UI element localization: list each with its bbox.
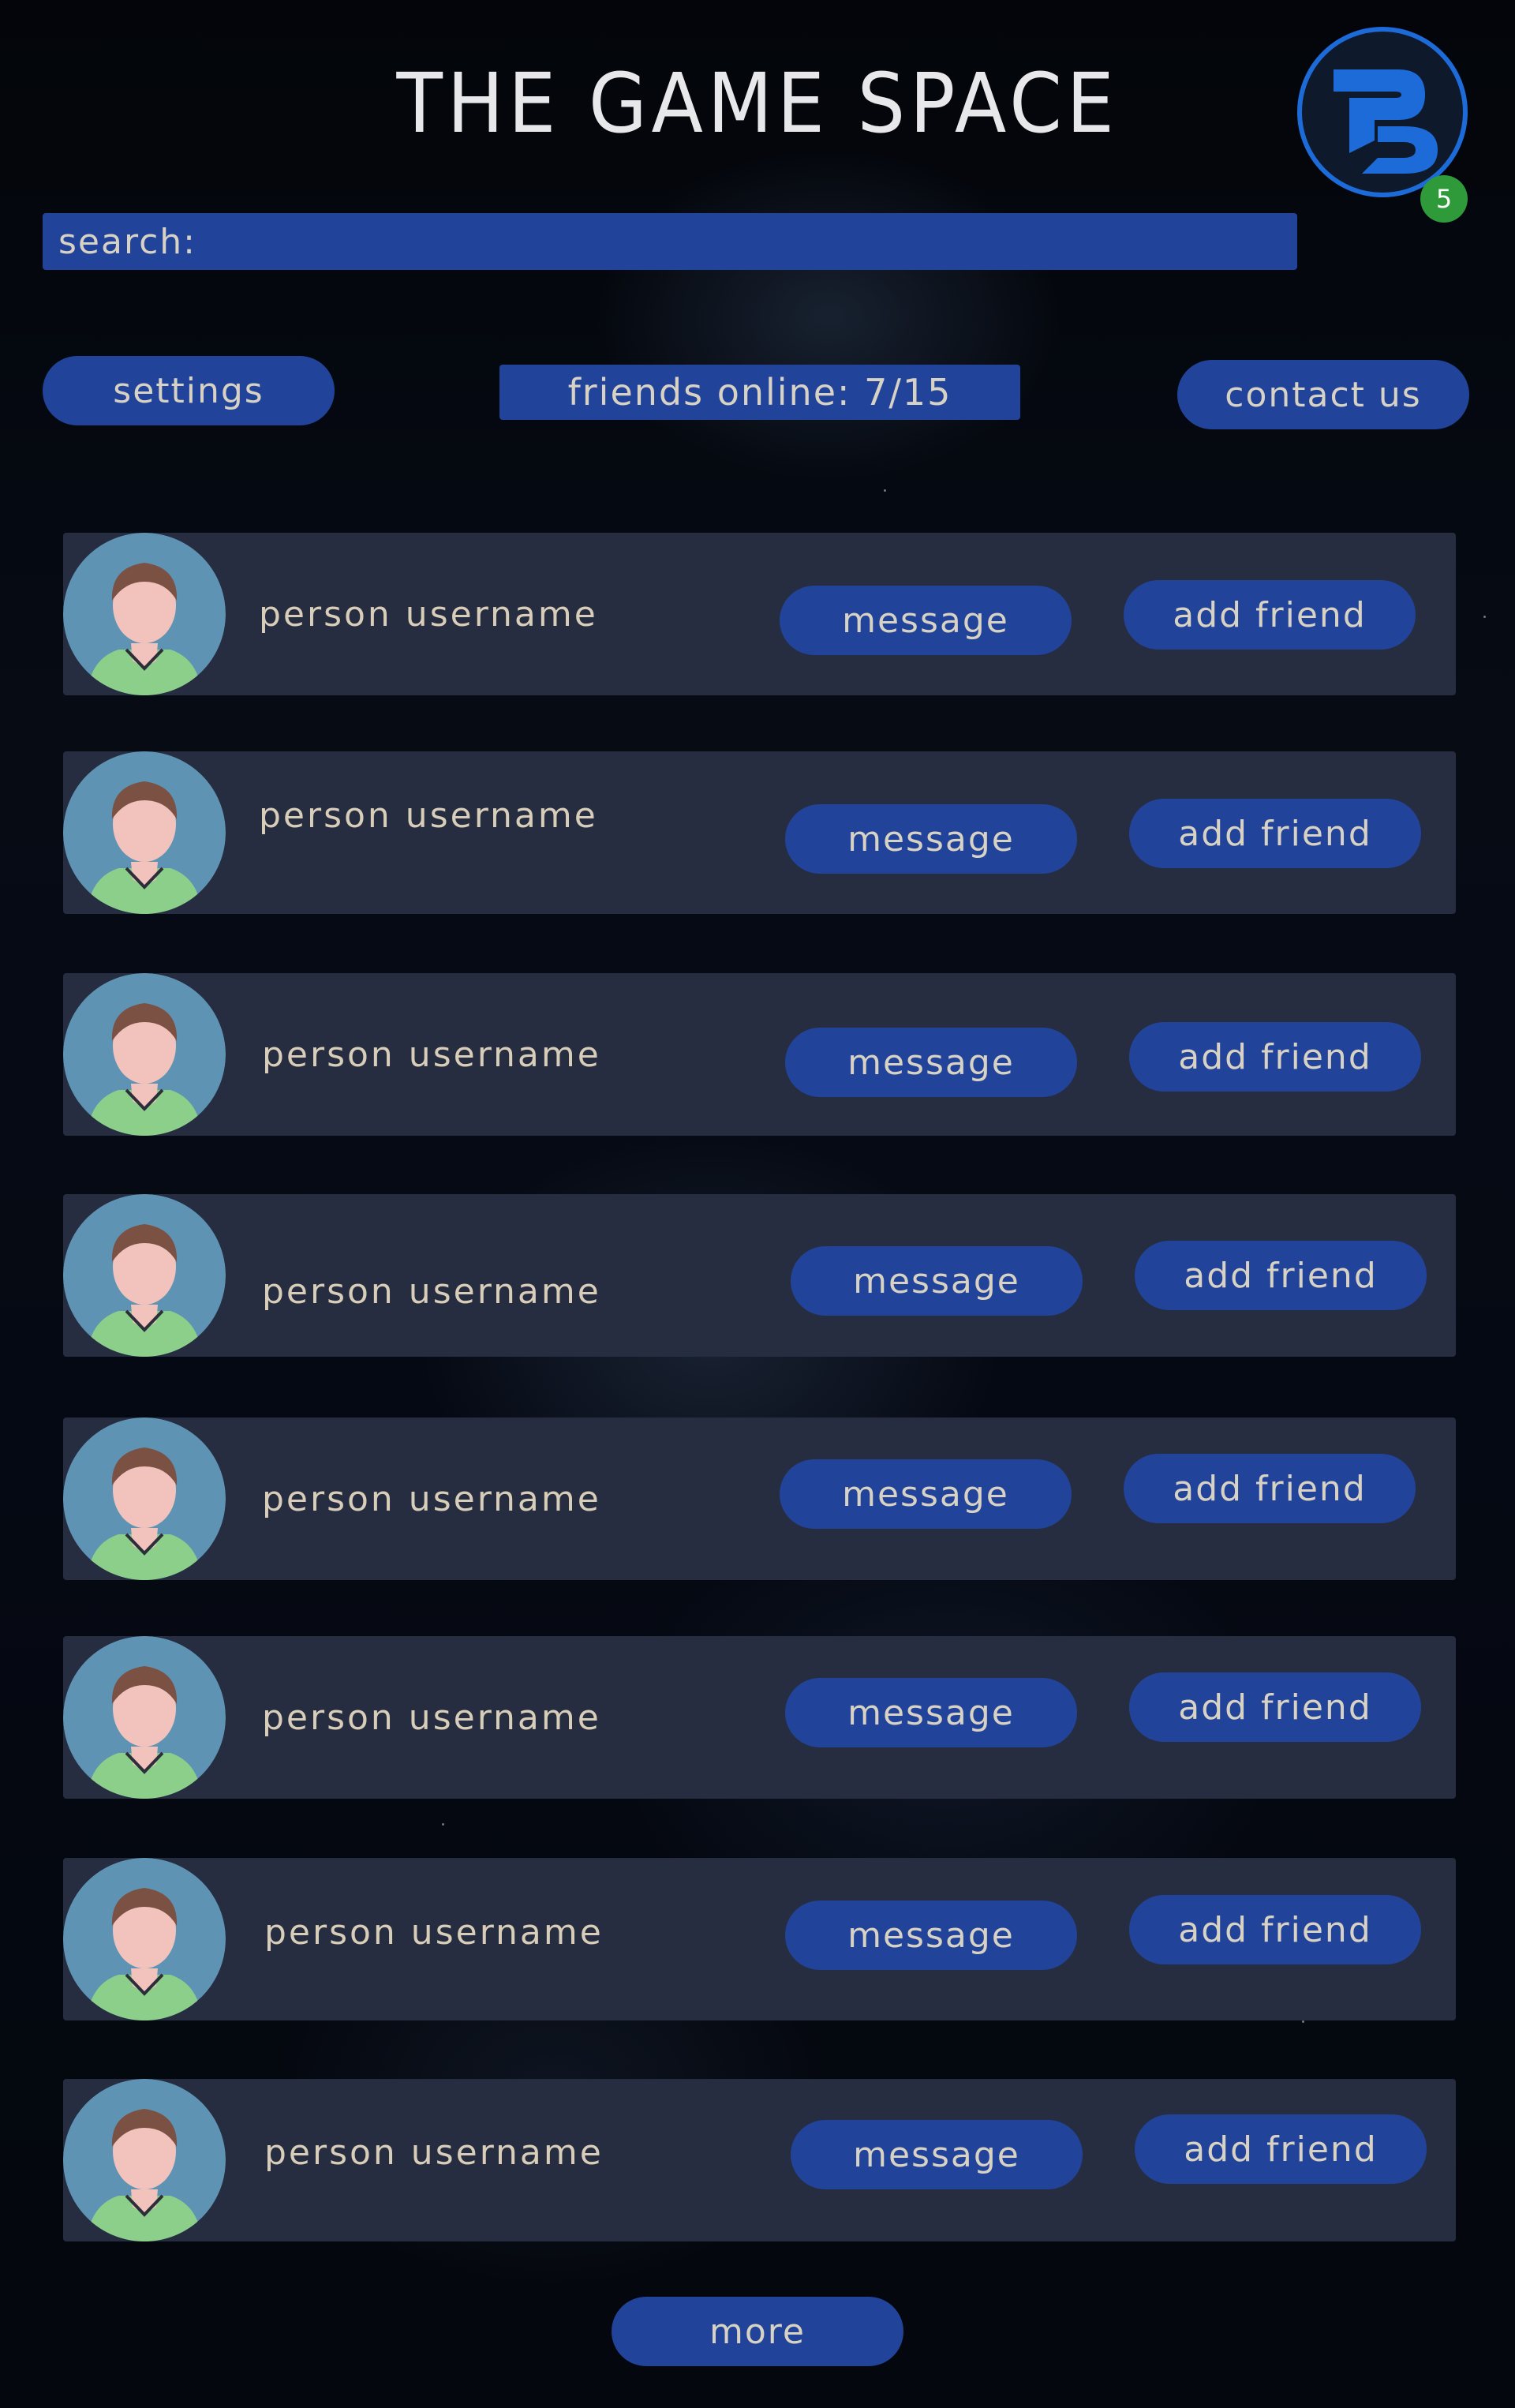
avatar-icon (63, 973, 226, 1136)
avatar-icon (63, 751, 226, 914)
avatar-icon (63, 1417, 226, 1580)
add-friend-button[interactable]: add friend (1129, 799, 1421, 868)
search-input[interactable] (196, 212, 1297, 271)
person-card: person username message add friend (63, 1417, 1456, 1580)
add-friend-button[interactable]: add friend (1129, 1672, 1421, 1742)
person-username: person username (264, 2132, 604, 2173)
person-card: person username message add friend (63, 2079, 1456, 2241)
person-card: person username message add friend (63, 751, 1456, 914)
person-card: person username message add friend (63, 1636, 1456, 1799)
search-bar[interactable]: search: (43, 212, 1297, 271)
search-label: search: (58, 221, 196, 262)
avatar-icon (63, 533, 226, 695)
person-username: person username (262, 1478, 601, 1519)
avatar-icon (63, 1194, 226, 1357)
pd-logo-graphic (1334, 69, 1438, 174)
notification-badge[interactable]: 5 (1420, 175, 1468, 223)
message-button[interactable]: message (791, 1246, 1083, 1316)
message-button[interactable]: message (785, 1678, 1077, 1747)
person-card: person username message add friend (63, 973, 1456, 1136)
person-username: person username (259, 795, 598, 836)
message-button[interactable]: message (780, 1459, 1072, 1529)
more-button[interactable]: more (612, 2297, 903, 2366)
person-username: person username (259, 594, 598, 635)
add-friend-button[interactable]: add friend (1129, 1022, 1421, 1092)
avatar-icon (63, 2079, 226, 2241)
person-card: person username message add friend (63, 533, 1456, 695)
contact-us-button[interactable]: contact us (1177, 360, 1469, 429)
settings-button[interactable]: settings (43, 356, 335, 425)
person-username: person username (262, 1697, 601, 1738)
page-title: THE GAME SPACE (396, 55, 1119, 152)
add-friend-button[interactable]: add friend (1124, 1454, 1416, 1523)
add-friend-button[interactable]: add friend (1129, 1895, 1421, 1964)
add-friend-button[interactable]: add friend (1135, 2114, 1427, 2184)
person-username: person username (262, 1271, 601, 1312)
avatar-icon (63, 1636, 226, 1799)
message-button[interactable]: message (785, 804, 1077, 874)
message-button[interactable]: message (785, 1028, 1077, 1097)
add-friend-button[interactable]: add friend (1124, 580, 1416, 650)
person-card: person username message add friend (63, 1858, 1456, 2020)
message-button[interactable]: message (791, 2120, 1083, 2189)
person-username: person username (264, 1912, 604, 1953)
person-username: person username (262, 1034, 601, 1075)
add-friend-button[interactable]: add friend (1135, 1241, 1427, 1310)
message-button[interactable]: message (785, 1901, 1077, 1970)
avatar-icon (63, 1858, 226, 2020)
person-card: person username message add friend (63, 1194, 1456, 1357)
message-button[interactable]: message (780, 586, 1072, 655)
friends-online-status: friends online: 7/15 (499, 365, 1020, 420)
pd-logo-icon[interactable] (1297, 27, 1468, 197)
